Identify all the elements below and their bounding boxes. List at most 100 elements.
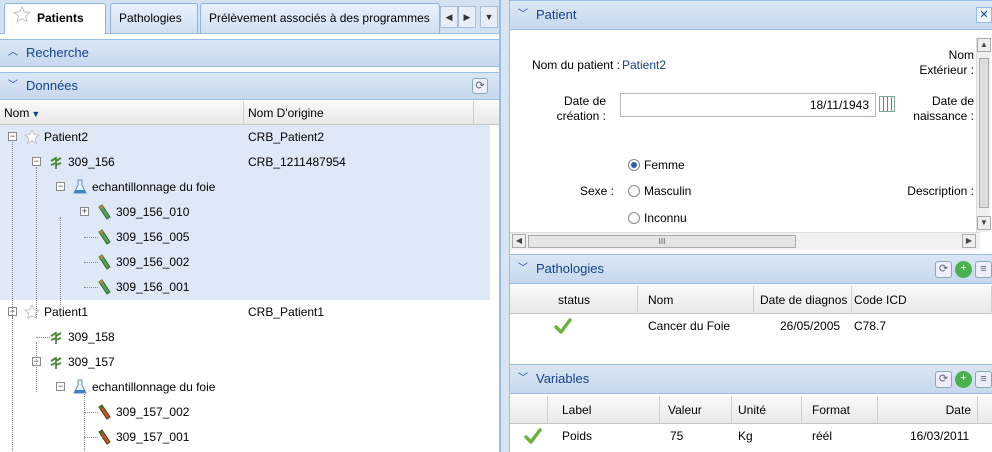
tree-row[interactable]: − echantillonnage du foie (0, 375, 490, 400)
tab-prelevement-label: Prélèvement associés à des programmes (209, 11, 430, 25)
tab-scroll-right-icon[interactable]: ▶ (458, 6, 476, 28)
edit-icon[interactable]: ≡ (975, 261, 992, 278)
collapse-icon[interactable]: − (56, 382, 65, 391)
scroll-left-icon[interactable]: ◀ (512, 234, 526, 248)
refresh-icon[interactable]: ⟳ (935, 371, 952, 388)
donnees-header[interactable]: ﹀ Données ⟳ (0, 72, 499, 100)
radio-femme[interactable]: Femme (628, 158, 685, 172)
collapse-icon[interactable]: − (56, 182, 65, 191)
calendar-icon[interactable] (879, 96, 895, 112)
tree-row[interactable]: − echantillonnage du foie (0, 175, 490, 200)
column-date[interactable]: Date (878, 396, 978, 424)
panel-splitter[interactable] (500, 0, 510, 452)
tube-green-icon (96, 229, 112, 245)
radio-unselected-icon (628, 212, 640, 224)
column-nom-origine-label: Nom D'origine (248, 106, 324, 120)
variables-header[interactable]: ﹀ Variables ⟳ + ≡ (510, 364, 992, 394)
tree-row[interactable]: 309_156_002 (0, 250, 490, 275)
tree-row[interactable]: −309_157 (0, 350, 490, 375)
tab-scroll-left-icon[interactable]: ◀ (440, 6, 458, 28)
scroll-thumb[interactable] (979, 58, 989, 208)
tree-row-label: Patient1 (44, 305, 89, 319)
tree-row-label: 309_158 (68, 330, 115, 344)
tab-patients[interactable]: Patients (4, 3, 106, 34)
tree-row[interactable]: − 309_156 CRB_1211487954 (0, 150, 490, 175)
tree-row[interactable]: 309_156_001 (0, 275, 490, 300)
tree-row[interactable]: − Patient2 CRB_Patient2 (0, 125, 490, 150)
column-status[interactable]: status (510, 286, 638, 314)
radio-inconnu[interactable]: Inconnu (628, 211, 687, 225)
recherche-header[interactable]: ︿ Recherche (0, 39, 499, 67)
radio-masculin[interactable]: Masculin (628, 184, 691, 198)
refresh-icon[interactable]: ⟳ (935, 261, 952, 278)
variable-label: Poids (562, 429, 593, 443)
sample-plant-icon (48, 329, 64, 345)
column-status (510, 396, 548, 424)
radio-femme-label: Femme (644, 158, 685, 172)
edit-icon[interactable]: ≡ (975, 371, 992, 388)
tree-row[interactable]: − Patient1 CRB_Patient1 (0, 300, 490, 325)
collapse-icon[interactable]: − (8, 132, 17, 141)
tab-pathologies[interactable]: Pathologies (110, 3, 198, 33)
refresh-icon[interactable]: ⟳ (472, 78, 488, 94)
form-horizontal-scrollbar[interactable]: ◀ III ▶ (510, 232, 980, 250)
column-unite[interactable]: Unité (732, 396, 802, 424)
column-date-diagnostic[interactable]: Date de diagnos (754, 286, 852, 314)
tree-guide-line (12, 142, 13, 317)
tree-row-label: 309_156_001 (116, 280, 190, 294)
tab-prelevement[interactable]: Prélèvement associés à des programmes (200, 3, 440, 33)
scroll-thumb-h[interactable]: III (528, 235, 796, 248)
scroll-right-icon[interactable]: ▶ (962, 234, 976, 248)
tree-row-label: echantillonnage du foie (92, 380, 216, 394)
form-vertical-scrollbar[interactable]: ▲ ▼ (976, 38, 991, 232)
tree-row[interactable]: 309_158 (0, 325, 490, 350)
column-code-icd[interactable]: Code ICD (852, 286, 992, 314)
collapse-icon[interactable]: − (32, 157, 41, 166)
pathologies-title: Pathologies (536, 261, 604, 276)
sexe-label: Sexe : (579, 184, 614, 198)
pathology-date: 26/05/2005 (780, 319, 841, 333)
tree-guide-line (60, 217, 61, 317)
date-creation-label: Date de création : (540, 94, 606, 124)
date-creation-input[interactable]: 18/11/1943 (620, 93, 876, 117)
scroll-up-icon[interactable]: ▲ (977, 38, 991, 52)
scroll-down-icon[interactable]: ▼ (977, 216, 991, 230)
date-naissance-label: Date de naissance : (900, 94, 974, 124)
nom-patient-value: Patient2 (622, 58, 667, 72)
tree-guide-line (36, 342, 37, 392)
tree-row[interactable]: +309_156_010 (0, 200, 490, 225)
column-format[interactable]: Format (802, 396, 878, 424)
column-valeur[interactable]: Valeur (660, 396, 732, 424)
tree-row[interactable]: 309_157_001 (0, 425, 490, 450)
expand-icon[interactable]: + (80, 207, 89, 216)
variable-format: réél (812, 429, 833, 443)
sample-plant-icon (48, 154, 64, 170)
add-icon[interactable]: + (955, 261, 972, 278)
star-icon (13, 5, 31, 33)
tree-row-label: 309_157_002 (116, 405, 190, 419)
table-row[interactable]: Cancer du Foie 26/05/2005 C78.7 (510, 314, 992, 338)
tree-row[interactable]: 309_156_005 (0, 225, 490, 250)
column-nom[interactable]: Nom (638, 286, 754, 314)
column-nom[interactable]: Nom ▼ (0, 101, 244, 125)
close-icon[interactable]: ✕ (976, 7, 992, 23)
date-creation-label-2: création : (556, 109, 606, 123)
add-icon[interactable]: + (955, 371, 972, 388)
radio-inconnu-label: Inconnu (644, 211, 687, 225)
variable-valeur: 75 (670, 429, 684, 443)
table-row[interactable]: Poids 75 Kg réél 16/03/2011 (510, 424, 992, 448)
tree-row-label: 309_156_002 (116, 255, 190, 269)
tab-menu-icon[interactable]: ▼ (480, 6, 498, 28)
tree-guide-line (84, 392, 85, 452)
date-naissance-label-2: naissance : (913, 109, 974, 123)
tree-guide-line (36, 167, 37, 317)
column-nom-origine[interactable]: Nom D'origine (244, 101, 474, 125)
column-nom-label: Nom (4, 106, 30, 120)
variable-date: 16/03/2011 (910, 429, 970, 443)
patient-header[interactable]: ﹀ Patient ✕ (510, 0, 992, 30)
tree-row[interactable]: 309_157_002 (0, 400, 490, 425)
column-label[interactable]: Label (548, 396, 660, 424)
tube-green-icon (96, 254, 112, 270)
tree-grid-header: Nom ▼ Nom D'origine (0, 101, 499, 125)
pathologies-header[interactable]: ﹀ Pathologies ⟳ + ≡ (510, 254, 992, 284)
